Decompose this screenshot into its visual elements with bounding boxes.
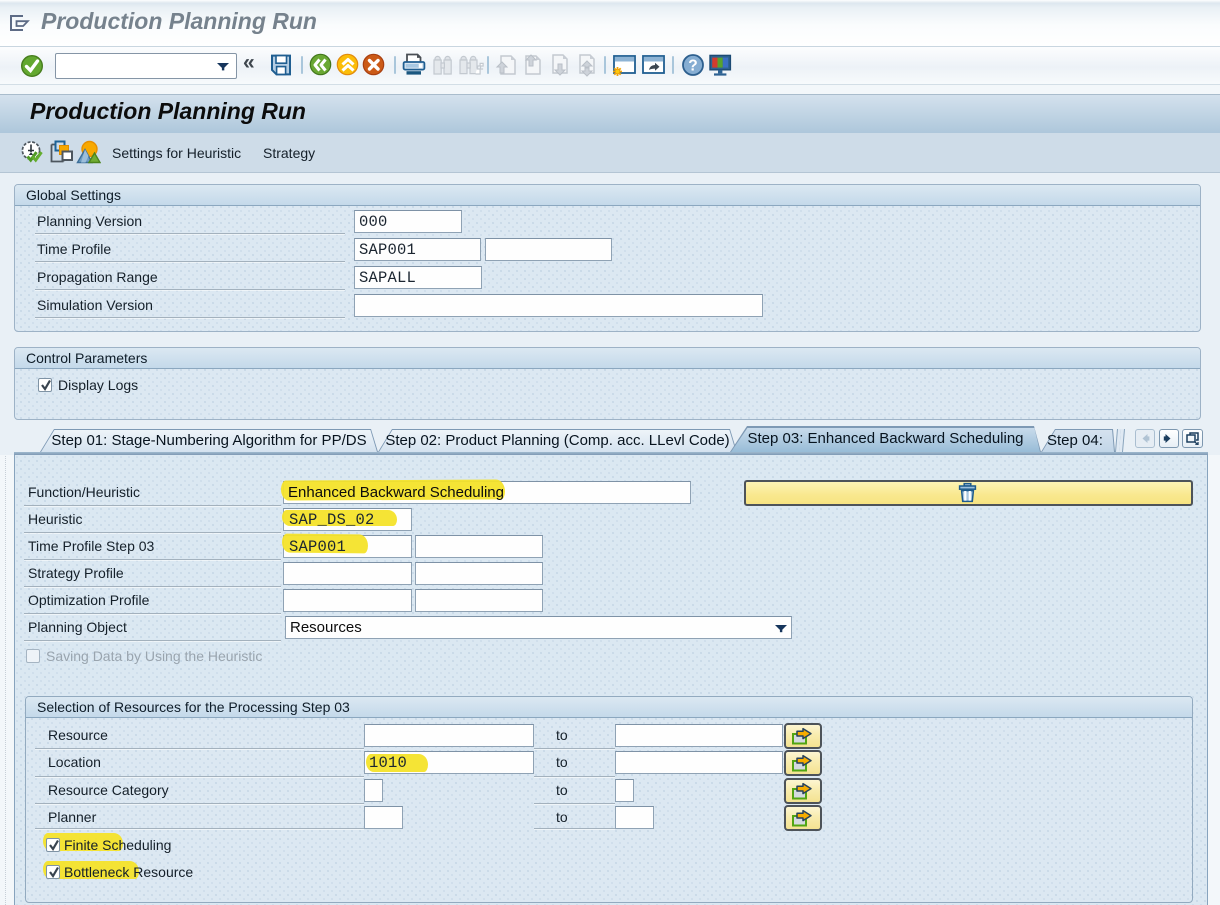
- svg-text:?: ?: [688, 57, 697, 74]
